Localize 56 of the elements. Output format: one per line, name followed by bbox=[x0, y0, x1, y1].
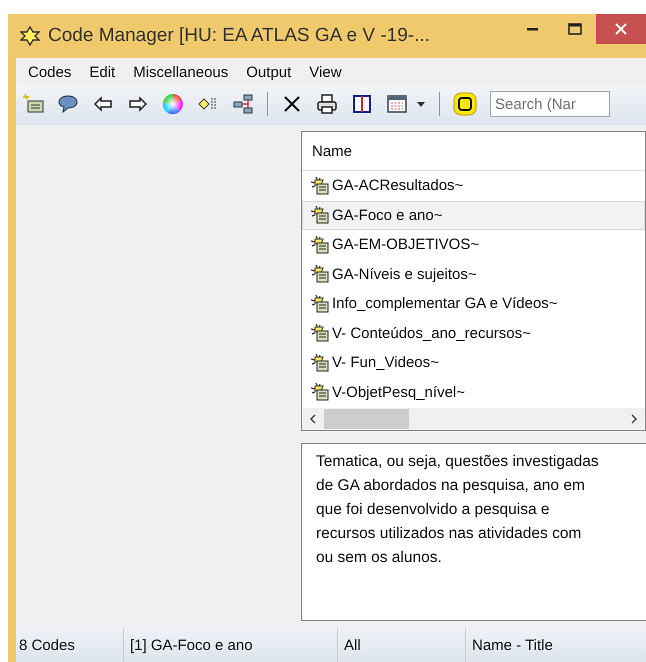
code-name: GA-Níveis e sujeitos~ bbox=[332, 266, 477, 283]
status-text: 8 Codes bbox=[16, 628, 124, 662]
new-code-icon[interactable] bbox=[22, 93, 44, 115]
maximize-icon bbox=[568, 23, 582, 35]
search-field[interactable]: Search (Nar bbox=[490, 91, 610, 117]
menu-item[interactable]: Edit bbox=[89, 64, 116, 81]
caret-icon bbox=[416, 99, 426, 109]
horizontal-scrollbar[interactable] bbox=[302, 408, 645, 430]
calendar-dropdown[interactable] bbox=[386, 93, 426, 115]
network-icon[interactable] bbox=[232, 93, 254, 115]
code-icon bbox=[311, 324, 329, 342]
calendar-icon bbox=[386, 93, 408, 115]
code-name: GA-Foco e ano~ bbox=[332, 206, 442, 224]
scroll-right-icon[interactable] bbox=[629, 414, 639, 424]
code-name: V- Fun_Videos~ bbox=[332, 354, 439, 372]
code-row[interactable]: GA-Foco e ano~ bbox=[302, 200, 645, 230]
menu-item[interactable]: Codes bbox=[28, 64, 72, 81]
rounded-square-icon[interactable] bbox=[453, 92, 477, 116]
menu-item[interactable]: Output bbox=[246, 64, 292, 81]
code-row[interactable]: V- Conteúdos_ano_recursos~ bbox=[302, 318, 645, 348]
code-icon bbox=[311, 236, 329, 254]
close-button[interactable] bbox=[596, 14, 646, 44]
scroll-left-icon[interactable] bbox=[308, 414, 318, 424]
code-icon bbox=[311, 294, 329, 313]
code-name: V- Conteúdos_ano_recursos~ bbox=[332, 324, 531, 342]
code-row[interactable]: Info_complementar GA e Vídeos~ bbox=[302, 289, 645, 318]
code-icon bbox=[311, 383, 329, 402]
code-row[interactable]: V-ObjetPesq_nível~ bbox=[302, 378, 645, 407]
close-icon bbox=[615, 23, 627, 35]
code-icon bbox=[311, 354, 329, 372]
code-name: V-ObjetPesq_nível~ bbox=[332, 384, 466, 401]
column-header[interactable]: Name bbox=[302, 132, 645, 171]
speech-bubble-icon[interactable] bbox=[57, 93, 79, 115]
code-name: GA-ACResultados~ bbox=[332, 177, 464, 194]
code-name: Info_complementar GA e Vídeos~ bbox=[332, 295, 558, 312]
code-name: GA-EM-OBJETIVOS~ bbox=[332, 236, 480, 254]
code-row[interactable]: GA-EM-OBJETIVOS~ bbox=[302, 230, 645, 260]
split-pane-icon[interactable] bbox=[351, 93, 373, 115]
code-icon bbox=[311, 206, 329, 224]
sparkle-icon bbox=[20, 26, 40, 46]
code-row[interactable]: GA-Níveis e sujeitos~ bbox=[302, 260, 645, 289]
code-row[interactable]: GA-ACResultados~ bbox=[302, 171, 645, 200]
code-row[interactable]: V- Fun_Videos~ bbox=[302, 348, 645, 378]
color-wheel-icon[interactable] bbox=[162, 93, 184, 115]
code-icon bbox=[311, 265, 329, 284]
comment-field[interactable]: Tematica, ou seja, questões investigadas de GA abordados na pesquisa, ano em que foi desenvolvido a pesquisa e recursos utilizados nas atividades com ou sem os alunos. bbox=[301, 443, 646, 621]
status-text: Name - Title bbox=[471, 636, 554, 656]
status-text: [1] GA-Foco e ano bbox=[124, 628, 338, 662]
comment-text: Tematica, ou seja, questões investigadas de GA abordados na pesquisa, ano em que foi desenvolvido a pesquisa e recursos utilizados nas atividades com ou sem os alunos. bbox=[316, 452, 600, 568]
menu-item[interactable]: Miscellaneous bbox=[133, 64, 228, 81]
window-title: Code Manager [HU: EA ATLAS GA e V -19-... bbox=[48, 25, 430, 47]
printer-icon[interactable] bbox=[316, 93, 338, 115]
code-icon bbox=[311, 176, 329, 195]
arrow-left-icon[interactable] bbox=[92, 93, 114, 115]
menu-item[interactable]: View bbox=[309, 64, 342, 81]
status-text: All bbox=[338, 628, 466, 662]
